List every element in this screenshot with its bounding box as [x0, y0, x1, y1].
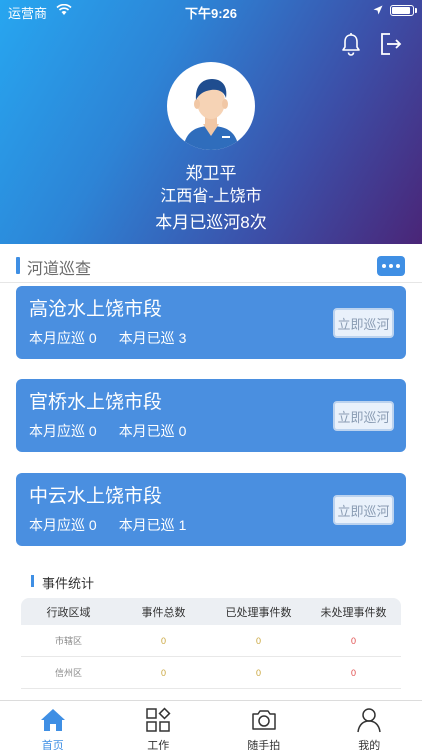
home-icon: [40, 709, 65, 731]
column-header: 已处理事件数: [225, 606, 292, 619]
user-name: 郑卫平: [185, 164, 237, 183]
table-row[interactable]: 市辖区 0 0 0: [21, 625, 401, 657]
tab-mine[interactable]: 我的: [317, 701, 422, 750]
bell-icon[interactable]: [338, 31, 364, 57]
should-patrol-count: 本月应巡 0: [29, 330, 97, 346]
tab-work[interactable]: 工作: [106, 701, 212, 750]
unprocessed-cell: 0: [350, 635, 356, 646]
avatar[interactable]: [167, 62, 255, 150]
grid-icon: [146, 707, 171, 732]
more-dots-icon: [382, 264, 386, 268]
river-card[interactable]: 官桥水上饶市段 本月应巡 0 本月已巡 0 立即巡河: [16, 379, 406, 452]
battery-icon: [390, 5, 417, 16]
column-header: 未处理事件数: [320, 606, 387, 619]
logout-icon[interactable]: [378, 31, 404, 57]
table-row[interactable]: 信州区 0 0 0: [21, 657, 401, 689]
unprocessed-cell: 0: [350, 667, 356, 678]
status-bar: 运营商 下午9:26: [0, 0, 422, 22]
column-header: 行政区域: [46, 606, 91, 619]
tab-snapshot[interactable]: 随手拍: [211, 701, 317, 750]
river-card[interactable]: 高沧水上饶市段 本月应巡 0 本月已巡 3 立即巡河: [16, 286, 406, 359]
should-patrol-count: 本月应巡 0: [29, 517, 97, 533]
tab-bar: 首页 工作 随手拍 我的: [0, 700, 422, 750]
monthly-patrol-count: 本月已巡河8次: [155, 213, 267, 232]
tab-label: 首页: [41, 740, 64, 750]
patrol-now-button[interactable]: 立即巡河: [333, 401, 394, 431]
region-cell: 信州区: [54, 668, 82, 678]
region-cell: 市辖区: [54, 636, 82, 646]
stats-title: 事件统计: [42, 576, 95, 591]
section-title: 河道巡查: [27, 261, 92, 278]
done-patrol-count: 本月已巡 0: [118, 423, 187, 439]
done-patrol-count: 本月已巡 1: [118, 517, 187, 533]
column-header: 事件总数: [141, 606, 186, 619]
location-arrow-icon: [373, 5, 383, 15]
profile-header: 运营商 下午9:26 郑卫平 江西省-上饶市 本月已巡河8次: [0, 0, 422, 244]
river-name: 中云水上饶市段: [29, 486, 163, 507]
divider: [0, 282, 422, 283]
stats-accent-bar: [31, 575, 34, 587]
main-content: 河道巡查 高沧水上饶市段 本月应巡 0 本月已巡 3 立即巡河 官桥水上饶市段 本…: [0, 244, 422, 700]
tab-label: 我的: [358, 740, 381, 750]
user-avatar-icon: [183, 79, 239, 150]
river-name: 高沧水上饶市段: [29, 299, 163, 320]
tab-label: 工作: [147, 740, 170, 750]
should-patrol-count: 本月应巡 0: [29, 423, 97, 439]
processed-cell: 0: [255, 667, 261, 678]
table-header: 行政区域 事件总数 已处理事件数 未处理事件数: [21, 598, 401, 625]
tab-label: 随手拍: [247, 740, 281, 750]
more-button[interactable]: [377, 256, 405, 276]
tab-home[interactable]: 首页: [0, 701, 106, 750]
patrol-now-button[interactable]: 立即巡河: [333, 308, 394, 338]
section-accent-bar: [16, 257, 20, 274]
done-patrol-count: 本月已巡 3: [118, 330, 187, 346]
patrol-now-button[interactable]: 立即巡河: [333, 495, 394, 525]
user-location: 江西省-上饶市: [160, 188, 262, 205]
river-name: 官桥水上饶市段: [29, 392, 163, 413]
river-card[interactable]: 中云水上饶市段 本月应巡 0 本月已巡 1 立即巡河: [16, 473, 406, 546]
camera-icon: [252, 710, 276, 730]
clock: 下午9:26: [184, 6, 238, 21]
river-stats: 本月应巡 0 本月已巡 3: [29, 328, 186, 348]
total-cell: 0: [160, 667, 166, 678]
river-stats: 本月应巡 0 本月已巡 0: [29, 421, 186, 441]
river-stats: 本月应巡 0 本月已巡 1: [29, 515, 186, 535]
event-stats-table: 行政区域 事件总数 已处理事件数 未处理事件数 市辖区 0 0 0 信州区 0 …: [21, 598, 401, 689]
processed-cell: 0: [255, 635, 261, 646]
user-icon: [357, 708, 381, 733]
total-cell: 0: [160, 635, 166, 646]
